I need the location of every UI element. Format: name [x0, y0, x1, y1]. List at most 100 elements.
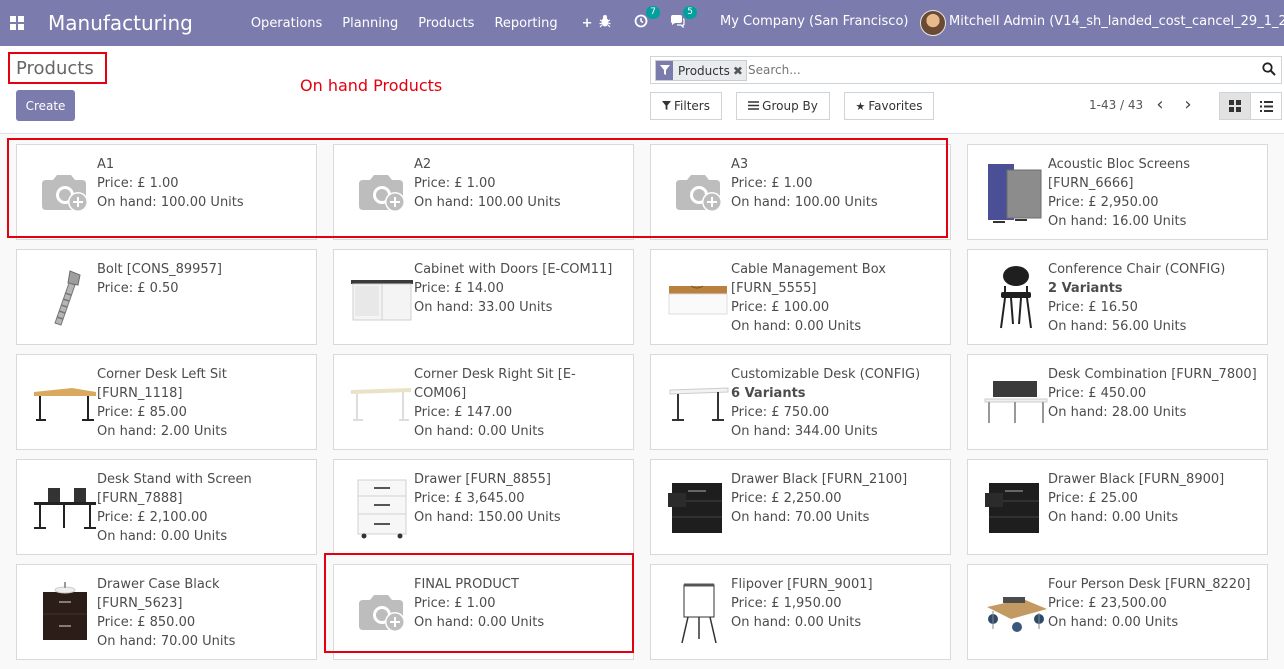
activity-clock-icon[interactable]: 7	[634, 6, 660, 32]
search-icon[interactable]	[1262, 62, 1276, 76]
product-card[interactable]: A3 Price: £ 1.00 On hand: 100.00 Units	[650, 144, 951, 240]
product-price: Price: £ 100.00	[731, 300, 830, 315]
favorites-label: Favorites	[868, 99, 923, 113]
product-onhand: On hand: 100.00 Units	[97, 195, 244, 210]
product-card[interactable]: FINAL PRODUCT Price: £ 1.00 On hand: 0.00 …	[333, 564, 634, 660]
company-switcher[interactable]: My Company (San Francisco)	[720, 14, 908, 29]
product-card[interactable]: Drawer Black [FURN_8900] Price: £ 25.00 On…	[967, 459, 1268, 555]
product-image	[976, 258, 1056, 338]
product-variants: 6 Variants	[731, 386, 806, 401]
image-placeholder-icon	[659, 153, 739, 233]
menu-planning[interactable]: Planning	[342, 16, 398, 31]
user-menu[interactable]: Mitchell Admin (V14_sh_landed_cost_cance…	[949, 14, 1284, 29]
product-onhand: On hand: 344.00 Units	[731, 424, 878, 439]
product-price: Price: £ 2,950.00	[1048, 195, 1159, 210]
filters-button[interactable]: Filters	[650, 92, 722, 120]
product-onhand: On hand: 100.00 Units	[731, 195, 878, 210]
product-onhand: On hand: 70.00 Units	[731, 510, 870, 525]
pager-previous-icon[interactable]: ‹	[1150, 94, 1170, 118]
search-facet[interactable]: Products ✖	[655, 60, 747, 81]
product-card[interactable]: Four Person Desk [FURN_8220] Price: £ 23,…	[967, 564, 1268, 660]
product-name: Bolt [CONS_89957]	[97, 262, 222, 277]
product-image	[659, 573, 739, 653]
product-card[interactable]: Drawer Case Black [FURN_5623] Price: £ 85…	[16, 564, 317, 660]
bars-icon	[748, 100, 760, 113]
product-name: Cable Management Box [FURN_5555]	[731, 262, 886, 296]
product-price: Price: £ 1.00	[414, 596, 496, 611]
product-card[interactable]: Cabinet with Doors [E-COM11] Price: £ 14.…	[333, 249, 634, 345]
user-avatar[interactable]	[920, 10, 946, 36]
app-title[interactable]: Manufacturing	[48, 11, 193, 35]
product-name: Conference Chair (CONFIG)	[1048, 262, 1226, 277]
product-onhand: On hand: 0.00 Units	[414, 424, 545, 439]
product-price: Price: £ 147.00	[414, 405, 513, 420]
product-image	[976, 468, 1056, 548]
product-info: Desk Stand with Screen [FURN_7888] Price:…	[97, 470, 309, 546]
image-placeholder-icon	[25, 153, 105, 233]
product-card[interactable]: Drawer [FURN_8855] Price: £ 3,645.00 On ha…	[333, 459, 634, 555]
product-name: Desk Stand with Screen [FURN_7888]	[97, 472, 252, 506]
menu-reporting[interactable]: Reporting	[494, 16, 557, 31]
product-onhand: On hand: 70.00 Units	[97, 634, 236, 649]
product-image	[342, 258, 422, 338]
product-name: Customizable Desk (CONFIG)	[731, 367, 921, 382]
messages-icon[interactable]: 5	[670, 6, 697, 32]
product-onhand: On hand: 0.00 Units	[414, 615, 545, 630]
messages-badge: 5	[683, 6, 697, 19]
product-name: A2	[414, 157, 432, 172]
product-card[interactable]: Corner Desk Right Sit [E-COM06] Price: £ …	[333, 354, 634, 450]
apps-menu-icon[interactable]	[10, 16, 24, 30]
product-info: A1 Price: £ 1.00 On hand: 100.00 Units	[97, 155, 309, 212]
product-price: Price: £ 25.00	[1048, 491, 1138, 506]
product-name: Corner Desk Left Sit [FURN_1118]	[97, 367, 227, 401]
product-info: Four Person Desk [FURN_8220] Price: £ 23,…	[1048, 575, 1260, 632]
product-card[interactable]: A2 Price: £ 1.00 On hand: 100.00 Units	[333, 144, 634, 240]
search-bar: Products ✖	[650, 56, 1282, 84]
image-placeholder-icon	[342, 573, 422, 653]
menu-products[interactable]: Products	[418, 16, 474, 31]
product-info: A2 Price: £ 1.00 On hand: 100.00 Units	[414, 155, 626, 212]
pager-value[interactable]: 1-43 / 43	[1089, 98, 1143, 112]
product-price: Price: £ 0.50	[97, 281, 179, 296]
product-onhand: On hand: 0.00 Units	[1048, 510, 1179, 525]
product-card[interactable]: Drawer Black [FURN_2100] Price: £ 2,250.0…	[650, 459, 951, 555]
product-card[interactable]: Bolt [CONS_89957] Price: £ 0.50	[16, 249, 317, 345]
product-info: Cable Management Box [FURN_5555] Price: £…	[731, 260, 943, 336]
product-card[interactable]: Customizable Desk (CONFIG) 6 Variants Pric…	[650, 354, 951, 450]
product-price: Price: £ 1.00	[97, 176, 179, 191]
product-onhand: On hand: 0.00 Units	[731, 615, 862, 630]
product-card[interactable]: Acoustic Bloc Screens [FURN_6666] Price: …	[967, 144, 1268, 240]
product-image	[659, 363, 739, 443]
product-card[interactable]: Desk Combination [FURN_7800] Price: £ 450…	[967, 354, 1268, 450]
top-menu: Operations Planning Products Reporting +	[251, 16, 613, 31]
remove-facet-icon[interactable]: ✖	[733, 64, 746, 78]
favorites-button[interactable]: ★ Favorites	[844, 92, 934, 120]
filter-icon	[662, 100, 671, 113]
product-info: Corner Desk Left Sit [FURN_1118] Price: £…	[97, 365, 309, 441]
search-input[interactable]	[748, 60, 1248, 80]
menu-operations[interactable]: Operations	[251, 16, 322, 31]
kanban-view-button[interactable]	[1219, 92, 1251, 120]
product-name: Desk Combination [FURN_7800]	[1048, 367, 1257, 382]
group-by-button[interactable]: Group By	[736, 92, 830, 120]
product-card[interactable]: Conference Chair (CONFIG) 2 Variants Price…	[967, 249, 1268, 345]
product-info: Conference Chair (CONFIG) 2 Variants Price…	[1048, 260, 1260, 336]
create-button[interactable]: Create	[16, 90, 75, 121]
product-card[interactable]: Desk Stand with Screen [FURN_7888] Price:…	[16, 459, 317, 555]
product-card[interactable]: Cable Management Box [FURN_5555] Price: £…	[650, 249, 951, 345]
pager-next-icon[interactable]: ›	[1178, 94, 1198, 118]
product-info: Bolt [CONS_89957] Price: £ 0.50	[97, 260, 309, 298]
activity-badge: 7	[646, 6, 660, 19]
bug-icon[interactable]	[598, 14, 612, 32]
product-onhand: On hand: 28.00 Units	[1048, 405, 1187, 420]
product-price: Price: £ 2,250.00	[731, 491, 842, 506]
product-card[interactable]: A1 Price: £ 1.00 On hand: 100.00 Units	[16, 144, 317, 240]
new-menu-plus[interactable]: +	[582, 16, 593, 31]
product-info: Cabinet with Doors [E-COM11] Price: £ 14.…	[414, 260, 626, 317]
product-onhand: On hand: 0.00 Units	[97, 529, 228, 544]
product-card[interactable]: Flipover [FURN_9001] Price: £ 1,950.00 On …	[650, 564, 951, 660]
list-view-button[interactable]	[1250, 92, 1282, 120]
product-card[interactable]: Corner Desk Left Sit [FURN_1118] Price: £…	[16, 354, 317, 450]
product-price: Price: £ 14.00	[414, 281, 504, 296]
product-price: Price: £ 2,100.00	[97, 510, 208, 525]
